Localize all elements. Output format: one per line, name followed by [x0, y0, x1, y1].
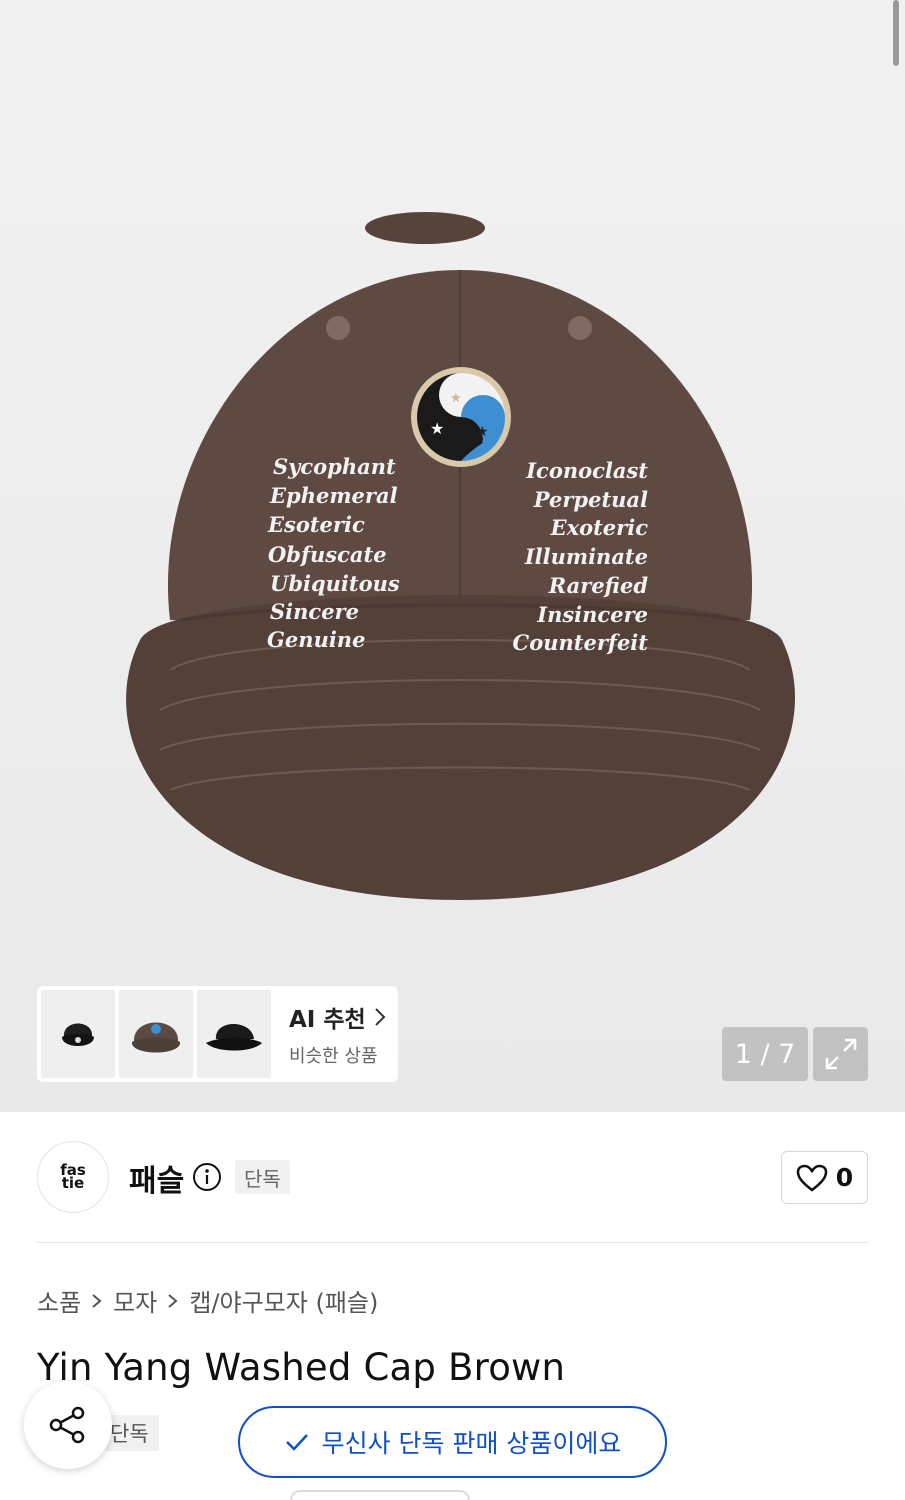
breadcrumb: 소품 모자 캡/야구모자 (패슬) [37, 1283, 378, 1318]
product-title: Yin Yang Washed Cap Brown [37, 1346, 566, 1389]
svg-text:★: ★ [430, 419, 444, 438]
hat-word-left: Genuine [267, 627, 365, 652]
hat-word-right: Counterfeit [513, 630, 649, 655]
bottom-partial-element [290, 1490, 470, 1500]
brand-logo[interactable]: fas tie [37, 1141, 109, 1213]
chevron-right-icon [92, 1293, 102, 1308]
ai-recommend-title: AI 추천 [289, 1007, 366, 1033]
exclusive-sale-toast: 무신사 단독 판매 상품이에요 [238, 1406, 667, 1478]
breadcrumb-item[interactable]: 캡/야구모자 (패슬) [189, 1283, 378, 1318]
ai-recommend-subtitle: 비슷한 상품 [289, 1046, 378, 1067]
product-image: ★ ★ ★ Sycophant Ephemeral Esoteric Obfus… [126, 212, 796, 900]
breadcrumb-item[interactable]: 소품 [37, 1283, 81, 1318]
cap-thumbnail-icon [131, 1022, 181, 1053]
toast-message: 무신사 단독 판매 상품이에요 [321, 1429, 622, 1458]
thumbnail-black-cap-side[interactable] [197, 990, 271, 1078]
hat-word-right: Iconoclast [525, 458, 648, 483]
hat-word-left: Ephemeral [269, 483, 398, 508]
hat-word-left: Sycophant [273, 454, 396, 479]
info-icon[interactable] [192, 1162, 222, 1192]
image-counter: 1 / 7 [722, 1027, 808, 1081]
share-icon [49, 1406, 85, 1444]
expand-icon [825, 1038, 856, 1070]
thumbnail-brown-cap[interactable] [119, 990, 193, 1078]
hat-word-right: Exoteric [550, 515, 649, 540]
breadcrumb-item[interactable]: 모자 [113, 1283, 157, 1318]
product-image-gallery[interactable]: ★ ★ ★ Sycophant Ephemeral Esoteric Obfus… [0, 0, 905, 1112]
heart-icon [796, 1164, 828, 1192]
hat-word-left: Obfuscate [268, 542, 387, 567]
hat-word-left: Ubiquitous [270, 571, 400, 596]
cap-thumbnail-icon [62, 1023, 94, 1046]
check-icon [285, 1434, 308, 1451]
svg-text:★: ★ [450, 391, 462, 406]
thumbnail-black-cap[interactable] [41, 990, 115, 1078]
hat-word-left: Esoteric [267, 512, 365, 537]
ai-recommendation-card[interactable]: AI 추천 비슷한 상품 [37, 986, 398, 1082]
fullscreen-button[interactable] [813, 1027, 868, 1081]
brand-name[interactable]: 패슬 [129, 1156, 184, 1200]
divider [37, 1242, 868, 1243]
chevron-right-icon [374, 1008, 386, 1026]
hat-word-right: Rarefied [548, 573, 649, 598]
scrollbar[interactable] [893, 0, 899, 66]
svg-text:★: ★ [476, 424, 489, 440]
hat-word-right: Perpetual [533, 487, 648, 512]
hat-word-right: Illuminate [524, 544, 648, 569]
like-count: 0 [835, 1163, 854, 1192]
hat-word-left: Sincere [270, 599, 359, 624]
hat-word-right: Insincere [536, 602, 648, 627]
share-button[interactable] [24, 1381, 112, 1469]
exclusive-badge: 단독 [235, 1160, 290, 1194]
brand-logo-text: tie [61, 1174, 85, 1192]
chevron-right-icon [168, 1293, 178, 1308]
cap-thumbnail-icon [206, 1024, 262, 1051]
like-button[interactable]: 0 [781, 1151, 868, 1204]
